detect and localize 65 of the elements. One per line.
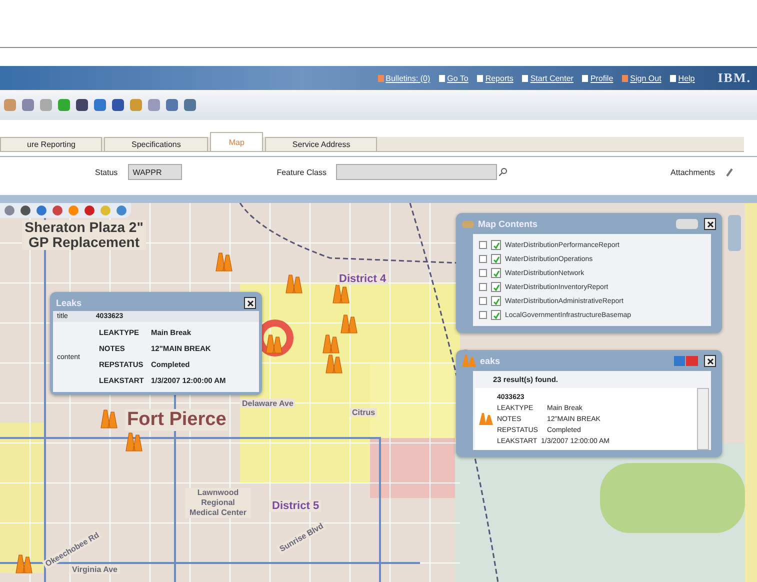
toolbar-icon[interactable] xyxy=(93,98,107,112)
tab[interactable]: ure Reporting xyxy=(0,137,102,151)
field-label: Attachments xyxy=(670,168,715,176)
traffic-cone-icon[interactable] xyxy=(15,553,33,575)
toolbar-icon[interactable] xyxy=(111,98,125,112)
map-tool-icon[interactable] xyxy=(36,205,47,216)
panel-title: Map Contents xyxy=(478,219,538,229)
map-tool-icon[interactable] xyxy=(52,205,63,216)
logo: IBM. xyxy=(718,70,751,86)
close-icon xyxy=(706,220,714,228)
traffic-cone-icon[interactable] xyxy=(215,251,233,273)
checkbox[interactable] xyxy=(491,254,501,264)
map-label: District 5 xyxy=(270,500,322,512)
close-button[interactable] xyxy=(244,297,256,309)
checkbox[interactable] xyxy=(491,282,501,292)
panel-title: eaks xyxy=(480,356,500,366)
field-label: Status xyxy=(95,168,118,176)
map-label: Sheraton Plaza 2" GP Replacement xyxy=(22,220,146,250)
traffic-cone-icon[interactable] xyxy=(322,333,340,355)
traffic-cone-icon[interactable] xyxy=(325,353,343,375)
field-label: Feature Class xyxy=(276,168,326,176)
map-label: District 4 xyxy=(337,273,388,285)
close-icon xyxy=(246,300,254,306)
tab[interactable]: Specifications xyxy=(104,137,208,151)
checkbox[interactable] xyxy=(491,296,501,306)
traffic-cone-icon[interactable] xyxy=(285,273,303,295)
map-tool-icon[interactable] xyxy=(4,205,15,216)
map-tool-icon[interactable] xyxy=(20,205,31,216)
input-field[interactable] xyxy=(336,164,498,180)
header-link[interactable]: Go To xyxy=(439,74,468,82)
map-label: Citrus xyxy=(350,408,378,417)
traffic-cone-icon[interactable] xyxy=(340,313,358,335)
header-link[interactable]: Start Center xyxy=(522,74,574,82)
checkbox[interactable] xyxy=(491,310,501,320)
toolbar-icon[interactable] xyxy=(165,98,179,112)
header-link[interactable]: Bulletins: (0) xyxy=(378,74,430,82)
map-label: Fort Pierce xyxy=(125,409,228,431)
traffic-cone-icon[interactable] xyxy=(265,333,283,355)
traffic-cone-icon[interactable] xyxy=(125,431,143,453)
toolbar-icon[interactable] xyxy=(183,98,197,112)
map-label: Virginia Ave xyxy=(70,565,120,574)
map-tool-icon[interactable] xyxy=(84,205,95,216)
close-button[interactable] xyxy=(704,218,716,230)
header-link[interactable]: Sign Out xyxy=(622,74,662,82)
close-icon xyxy=(706,358,714,364)
traffic-cone-icon[interactable] xyxy=(100,408,118,430)
map-tool-icon[interactable] xyxy=(116,205,127,216)
toolbar-icon[interactable] xyxy=(75,98,89,112)
checkbox[interactable] xyxy=(491,240,501,250)
header-link[interactable]: Help xyxy=(670,74,695,82)
tab[interactable]: Service Address xyxy=(265,137,378,151)
scrollbar[interactable] xyxy=(697,388,709,450)
map-label: Lawnwood Regional Medical Center xyxy=(185,488,251,518)
tab[interactable]: Map xyxy=(210,132,264,151)
search-icon[interactable] xyxy=(499,168,508,176)
checkbox[interactable] xyxy=(491,268,501,278)
traffic-cone-icon xyxy=(462,355,476,367)
traffic-cone-icon[interactable] xyxy=(479,413,493,425)
header-link[interactable]: Reports xyxy=(477,74,514,82)
map-label: Delaware Ave xyxy=(240,399,296,408)
input-field[interactable]: WAPPR xyxy=(128,164,182,180)
header-link[interactable]: Profile xyxy=(582,74,614,82)
traffic-cone-icon[interactable] xyxy=(332,283,350,305)
close-button[interactable] xyxy=(704,355,716,367)
popup-title: Leaks xyxy=(56,298,82,308)
